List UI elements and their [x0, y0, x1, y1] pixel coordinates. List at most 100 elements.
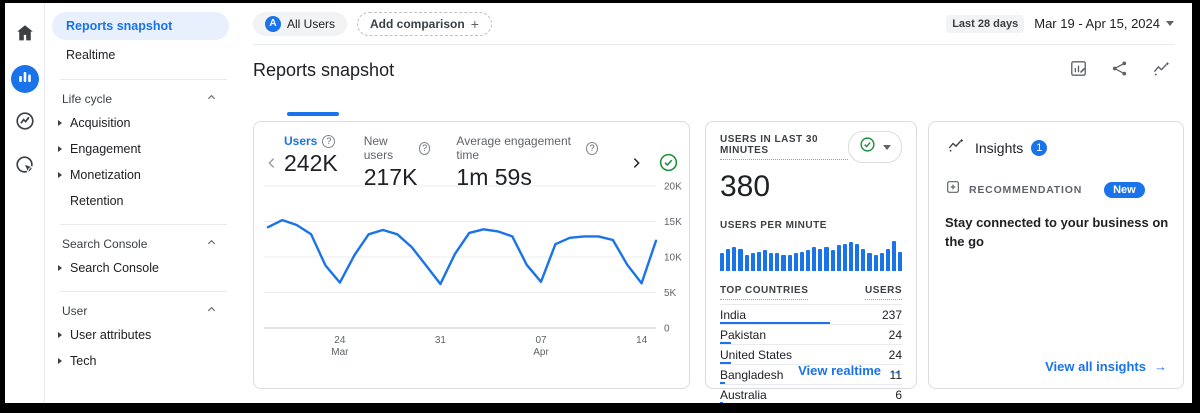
help-icon[interactable]: ? — [419, 142, 431, 155]
add-comparison-label: Add comparison — [370, 17, 465, 31]
svg-text:31: 31 — [435, 335, 447, 346]
svg-text:24: 24 — [334, 335, 346, 346]
insight-message[interactable]: Stay connected to your business on the g… — [945, 214, 1173, 252]
per-minute-bar — [812, 247, 816, 271]
per-minute-bar — [824, 247, 828, 271]
per-minute-bar — [788, 255, 792, 271]
key-metrics-card: Users?242KNew users?217KAverage engageme… — [253, 121, 690, 389]
countries-table-header: TOP COUNTRIES USERS — [720, 285, 902, 304]
country-name: Australia — [720, 388, 767, 402]
country-name: Bangladesh — [720, 368, 783, 382]
data-quality-check-icon[interactable] — [658, 152, 679, 173]
country-name: India — [720, 308, 746, 322]
per-minute-bar — [732, 247, 736, 271]
per-minute-bar — [892, 241, 896, 271]
chevron-up-icon — [206, 92, 217, 106]
help-icon[interactable]: ? — [586, 142, 598, 155]
per-minute-bar — [818, 249, 822, 271]
plus-icon: + — [471, 16, 479, 32]
users-last-30-min-value: 380 — [720, 170, 902, 204]
bar-chart-icon — [17, 69, 33, 90]
sidebar-item-tech[interactable]: Tech — [46, 348, 235, 374]
sidebar-item-monetization[interactable]: Monetization — [46, 162, 235, 188]
audience-chip-all-users[interactable]: A All Users — [253, 12, 347, 36]
realtime-card-title: USERS IN LAST 30 MINUTES — [720, 134, 848, 160]
expand-arrow-icon — [58, 198, 62, 204]
sidebar-item-acquisition[interactable]: Acquisition — [46, 110, 235, 136]
per-minute-bar — [781, 255, 785, 271]
insights-panel-button[interactable] — [1151, 59, 1172, 81]
per-minute-bar — [775, 253, 779, 271]
per-minute-bar — [861, 249, 865, 271]
caret-down-icon — [883, 145, 891, 150]
page-title-bar: Reports snapshot — [235, 45, 1192, 91]
explore-icon — [14, 110, 36, 137]
nav-home-button[interactable] — [11, 21, 39, 49]
country-users: 6 — [895, 388, 902, 402]
sidebar-section-search-console[interactable]: Search Console — [46, 225, 235, 255]
per-minute-bar — [757, 252, 761, 271]
per-minute-bar — [751, 253, 755, 271]
view-all-insights-link[interactable]: View all insights → — [1045, 359, 1167, 374]
main-content: A All Users Add comparison + Last 28 day… — [235, 3, 1192, 403]
chevron-up-icon — [206, 304, 217, 318]
realtime-status-dropdown[interactable] — [848, 131, 902, 163]
expand-arrow-icon — [58, 332, 62, 338]
svg-text:14: 14 — [636, 335, 648, 346]
insights-sparkline-icon — [1151, 59, 1172, 81]
share-report-button[interactable] — [1110, 59, 1129, 81]
per-minute-bar — [763, 250, 767, 271]
customize-report-button[interactable] — [1069, 59, 1088, 81]
per-minute-bar — [867, 253, 871, 271]
expand-arrow-icon — [58, 120, 62, 126]
expand-arrow-icon — [58, 146, 62, 152]
sidebar-section-life-cycle[interactable]: Life cycle — [46, 80, 235, 110]
add-comparison-button[interactable]: Add comparison + — [357, 12, 492, 36]
per-minute-bar — [843, 244, 847, 271]
app-navigation-rail — [5, 3, 45, 403]
arrow-right-icon: → — [1154, 359, 1167, 374]
sidebar-item-realtime[interactable]: Realtime — [52, 41, 229, 69]
view-realtime-link[interactable]: View realtime → — [798, 363, 902, 378]
nav-advertising-button[interactable] — [11, 153, 39, 181]
help-icon[interactable]: ? — [322, 135, 335, 148]
date-range-picker[interactable]: Mar 19 - Apr 15, 2024 — [1034, 16, 1174, 31]
insights-sparkline-icon — [945, 136, 967, 159]
country-bar — [720, 402, 723, 403]
home-icon — [14, 22, 36, 49]
edit-chart-icon — [1069, 59, 1088, 81]
country-users: 24 — [889, 328, 902, 342]
sidebar-item-engagement[interactable]: Engagement — [46, 136, 235, 162]
sidebar-item-search-console[interactable]: Search Console — [46, 255, 235, 281]
per-minute-bar — [745, 255, 749, 271]
per-minute-bar — [769, 253, 773, 271]
arrow-right-icon: → — [889, 363, 902, 378]
users-column-header[interactable]: USERS — [865, 285, 902, 300]
nav-explore-button[interactable] — [11, 109, 39, 137]
country-row-india: India 237 — [720, 304, 902, 324]
sidebar-item-user-attributes[interactable]: User attributes — [46, 322, 235, 348]
audience-chip-label: All Users — [287, 17, 335, 31]
date-preset-badge: Last 28 days — [946, 15, 1024, 33]
users-per-minute-label: USERS PER MINUTE — [720, 220, 902, 231]
caret-down-icon — [1166, 21, 1174, 26]
users-trend-line-chart: 20K15K10K5K024Mar3107Apr14 — [254, 180, 691, 370]
svg-text:15K: 15K — [664, 217, 682, 228]
sidebar-item-retention[interactable]: Retention — [46, 188, 235, 214]
country-name: United States — [720, 348, 792, 362]
comparison-bar: A All Users Add comparison + Last 28 day… — [235, 3, 1192, 44]
metrics-scroll-left-button[interactable] — [260, 155, 284, 171]
advertising-icon — [14, 154, 36, 181]
insights-title: Insights — [975, 140, 1023, 156]
users-per-minute-bar-chart — [720, 239, 902, 271]
svg-text:Mar: Mar — [331, 347, 349, 358]
sidebar-section-user[interactable]: User — [46, 292, 235, 322]
nav-reports-button[interactable] — [11, 65, 39, 93]
per-minute-bar — [886, 249, 890, 271]
top-countries-column-header[interactable]: TOP COUNTRIES — [720, 285, 808, 300]
metrics-scroll-right-button[interactable] — [624, 155, 648, 171]
per-minute-bar — [837, 245, 841, 271]
reports-sidebar: Reports snapshotRealtime Life cycleAcqui… — [46, 3, 235, 403]
country-users: 237 — [882, 308, 902, 322]
sidebar-item-reports-snapshot[interactable]: Reports snapshot — [52, 12, 229, 40]
